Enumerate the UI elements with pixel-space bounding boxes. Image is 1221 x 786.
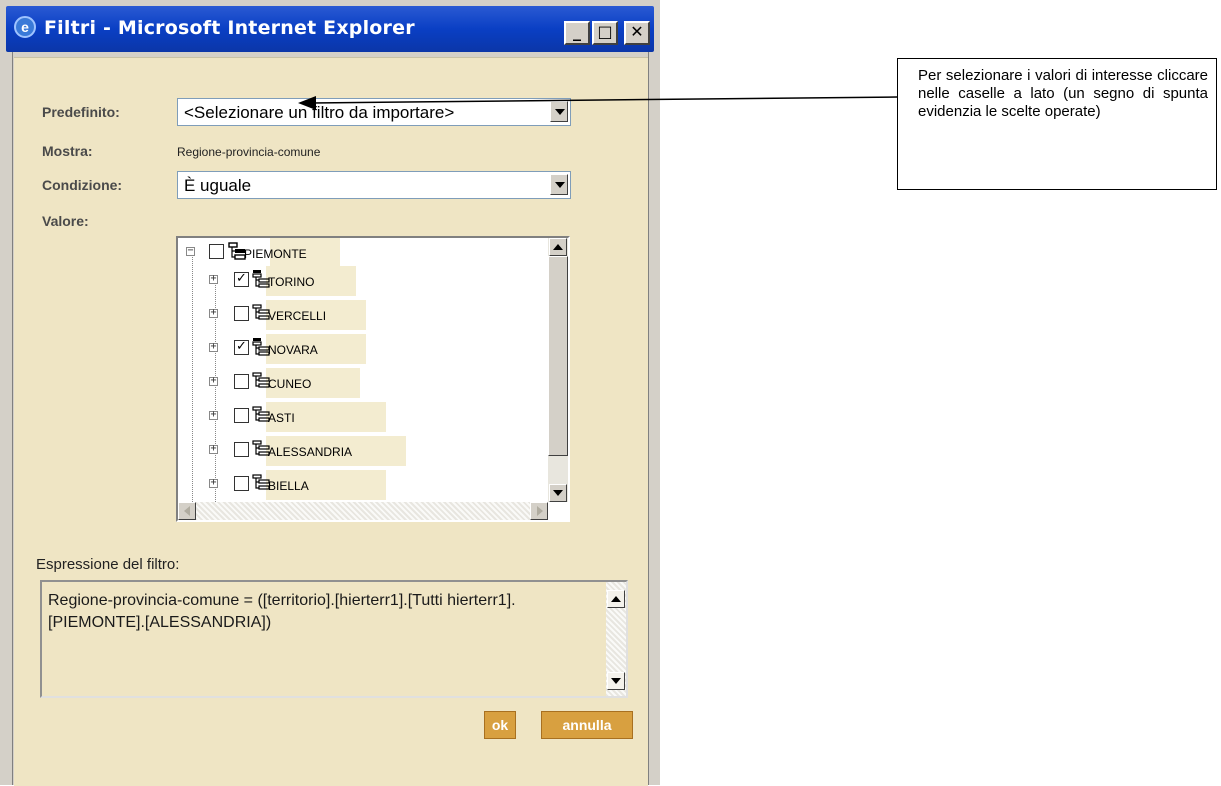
tree-node-root[interactable]: − PIEMONTE: [178, 238, 548, 268]
mostra-label: Mostra:: [42, 143, 93, 159]
window-left-frame: [6, 52, 13, 785]
tree-node-novara[interactable]: + ✓ NOVARA: [178, 334, 548, 364]
chevron-down-icon[interactable]: [550, 174, 568, 195]
mostra-value: Regione-provincia-comune: [177, 145, 321, 159]
scroll-down-icon[interactable]: [549, 484, 567, 502]
tree-vertical-scrollbar[interactable]: [548, 238, 568, 502]
ie-icon: e: [14, 16, 36, 38]
tree-checkbox-vercelli[interactable]: [234, 306, 249, 321]
valore-tree[interactable]: − PIEMONTE + ✓ TORINO + VERCELLI + ✓ NOV…: [176, 236, 570, 522]
expand-icon[interactable]: +: [209, 376, 218, 386]
tree-node-label: CUNEO: [268, 377, 312, 391]
tree-checkbox-asti[interactable]: [234, 408, 249, 423]
condizione-value: È uguale: [184, 176, 252, 195]
tree-node-alessandria[interactable]: + ALESSANDRIA: [178, 436, 548, 466]
tree-node-label: TORINO: [268, 275, 315, 289]
callout-box: Per selezionare i valori di interesse cl…: [897, 58, 1217, 190]
tree-checkbox-torino[interactable]: ✓: [234, 272, 249, 287]
expand-icon[interactable]: +: [209, 444, 218, 454]
title-bar[interactable]: e Filtri - Microsoft Internet Explorer _…: [6, 6, 654, 52]
expand-icon[interactable]: +: [209, 308, 218, 318]
tree-node-label: VERCELLI: [268, 309, 327, 323]
close-icon[interactable]: ✕: [624, 21, 650, 45]
valore-label: Valore:: [42, 213, 89, 229]
callout-text: Per selezionare i valori di interesse cl…: [918, 67, 1208, 120]
ok-button[interactable]: ok: [484, 711, 516, 739]
tree-node-biella[interactable]: + BIELLA: [178, 470, 548, 500]
tree-viewport: − PIEMONTE + ✓ TORINO + VERCELLI + ✓ NOV…: [178, 238, 548, 502]
tree-node-torino[interactable]: + ✓ TORINO: [178, 266, 548, 296]
minimize-icon[interactable]: _: [564, 21, 590, 45]
tree-checkbox-cuneo[interactable]: [234, 374, 249, 389]
scroll-thumb[interactable]: [548, 256, 568, 456]
tree-node-asti[interactable]: + ASTI: [178, 402, 548, 432]
annulla-button[interactable]: annulla: [541, 711, 633, 739]
tree-node-cuneo[interactable]: + CUNEO: [178, 368, 548, 398]
tree-node-label: NOVARA: [268, 343, 318, 357]
predefinito-label: Predefinito:: [42, 104, 120, 120]
expression-textarea[interactable]: Regione-provincia-comune = ([territorio]…: [40, 580, 628, 698]
tree-node-label: ALESSANDRIA: [268, 445, 353, 459]
callout-arrow: [298, 96, 898, 110]
expand-icon[interactable]: +: [209, 342, 218, 352]
tree-checkbox-root[interactable]: [209, 244, 224, 259]
expression-text: Regione-provincia-comune = ([territorio]…: [48, 592, 516, 631]
expression-scrollbar[interactable]: [606, 582, 626, 696]
tree-node-label: ASTI: [268, 411, 295, 425]
tree-node-vercelli[interactable]: + VERCELLI: [178, 300, 548, 330]
tree-checkbox-novara[interactable]: ✓: [234, 340, 249, 355]
scroll-right-icon[interactable]: [530, 502, 548, 520]
window-title: Filtri - Microsoft Internet Explorer: [44, 17, 415, 39]
collapse-icon[interactable]: −: [186, 246, 195, 256]
maximize-icon[interactable]: □: [592, 21, 618, 45]
expand-icon[interactable]: +: [209, 274, 218, 284]
expression-label: Espressione del filtro:: [36, 556, 180, 573]
scroll-up-icon[interactable]: [549, 238, 567, 256]
scroll-left-icon[interactable]: [178, 502, 196, 520]
window-right-frame: [648, 52, 655, 785]
scroll-up-icon[interactable]: [607, 590, 625, 608]
tree-node-label: BIELLA: [268, 479, 309, 493]
scroll-down-icon[interactable]: [607, 672, 625, 690]
condizione-label: Condizione:: [42, 177, 123, 193]
tree-checkbox-alessandria[interactable]: [234, 442, 249, 457]
expand-icon[interactable]: +: [209, 410, 218, 420]
condizione-select[interactable]: È uguale: [177, 171, 571, 199]
tree-node-label: PIEMONTE: [244, 247, 307, 261]
tree-checkbox-biella[interactable]: [234, 476, 249, 491]
tree-horizontal-scrollbar[interactable]: [178, 502, 548, 520]
expand-icon[interactable]: +: [209, 478, 218, 488]
